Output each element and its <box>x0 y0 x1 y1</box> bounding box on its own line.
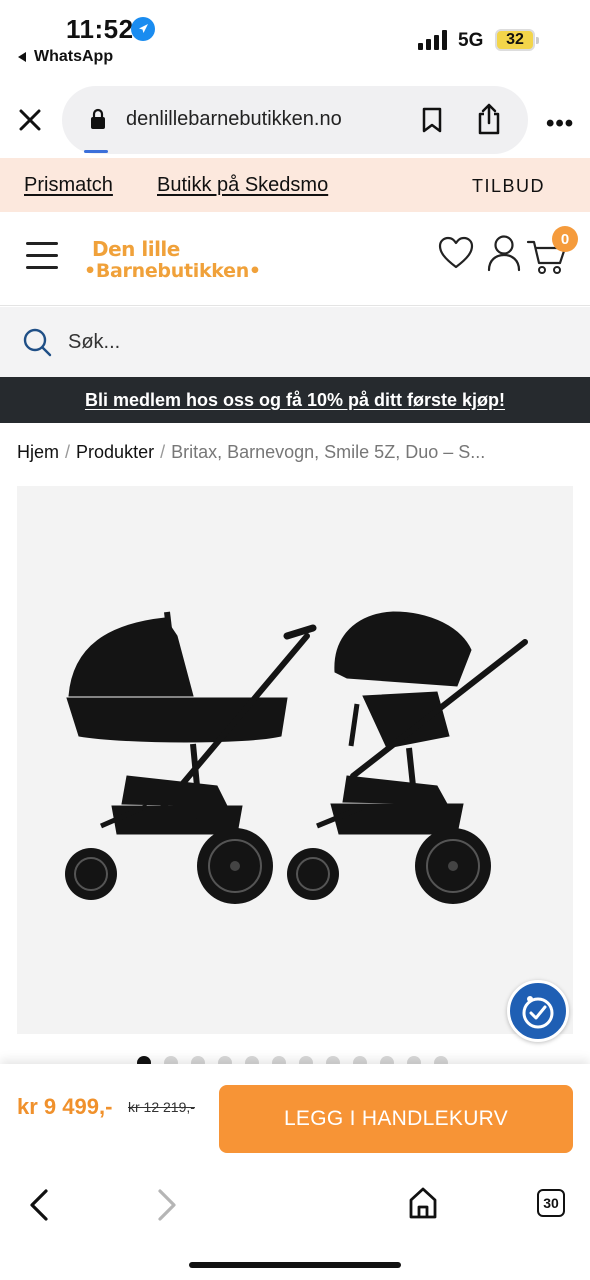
lock-icon <box>91 108 105 129</box>
bookmark-icon[interactable] <box>420 106 444 134</box>
accessibility-button[interactable] <box>507 980 569 1042</box>
status-time: 11:52 <box>66 14 134 44</box>
logo-line-2: •Barnebutikken• <box>84 260 261 282</box>
search-icon[interactable] <box>22 327 52 357</box>
product-price: kr 9 499,- <box>17 1094 113 1119</box>
promo-bar: Prismatch Butikk på Skedsmo TILBUD <box>0 158 590 212</box>
stroller-seat <box>316 611 528 849</box>
more-options-icon[interactable]: ••• <box>546 110 574 138</box>
logo-line-1: Den lille <box>92 237 180 261</box>
menu-icon[interactable] <box>26 242 58 272</box>
tab-count: 30 <box>543 1195 559 1211</box>
home-icon[interactable] <box>408 1186 438 1220</box>
stroller-seat-wheels <box>287 828 491 904</box>
cart-count-badge: 0 <box>552 226 578 252</box>
product-old-price: kr 12 219,- <box>128 1099 195 1115</box>
stroller-carrycot <box>66 611 317 849</box>
back-triangle-icon <box>18 52 26 62</box>
breadcrumb-current: Britax, Barnevogn, Smile 5Z, Duo – S... <box>171 442 486 462</box>
network-type: 5G <box>458 30 484 51</box>
status-bar: 11:52 WhatsApp 5G 32 <box>0 0 590 80</box>
browser-address-bar: denlillebarnebutikken.no ••• <box>0 80 590 158</box>
breadcrumb-home[interactable]: Hjem <box>17 442 59 462</box>
add-to-cart-button[interactable]: LEGG I HANDLEKURV <box>219 1085 573 1153</box>
page: 11:52 WhatsApp 5G 32 denlillebarnebutikk… <box>0 0 590 1280</box>
back-app-label: WhatsApp <box>34 48 114 65</box>
product-image[interactable] <box>17 486 573 1034</box>
tabs-icon[interactable]: 30 <box>537 1189 565 1217</box>
store-skedsmo-link[interactable]: Butikk på Skedsmo <box>157 174 328 197</box>
battery-icon: 32 <box>495 29 539 51</box>
search-bar <box>0 307 590 377</box>
close-icon[interactable] <box>14 104 46 136</box>
purchase-bar: kr 9 499,- kr 12 219,- LEGG I HANDLEKURV <box>0 1064 590 1170</box>
browser-toolbar: 30 <box>0 1170 590 1280</box>
battery-level: 32 <box>506 31 524 48</box>
member-banner-text: Bli medlem hos oss og få 10% på ditt før… <box>84 389 506 410</box>
accessibility-icon <box>522 996 554 1029</box>
search-input[interactable] <box>68 329 548 355</box>
loading-indicator <box>84 150 108 153</box>
share-icon[interactable] <box>474 102 504 136</box>
back-arrow-icon[interactable] <box>26 1188 52 1222</box>
prismatch-link[interactable]: Prismatch <box>24 174 113 197</box>
url-field[interactable]: denlillebarnebutikken.no <box>62 86 528 154</box>
forward-arrow-icon[interactable] <box>154 1188 180 1222</box>
site-logo[interactable]: Den lille •Barnebutikken• <box>84 238 261 282</box>
stroller-illustration <box>65 611 528 904</box>
back-to-app[interactable]: WhatsApp <box>18 48 113 66</box>
url-text: denlillebarnebutikken.no <box>126 108 342 130</box>
member-banner[interactable]: Bli medlem hos oss og få 10% på ditt før… <box>0 377 590 423</box>
signal-icon <box>418 30 447 50</box>
account-icon[interactable] <box>486 234 522 272</box>
tilbud-link[interactable]: TILBUD <box>472 176 545 197</box>
home-indicator <box>189 1262 401 1268</box>
stroller-carrycot-wheels <box>65 828 273 904</box>
wishlist-heart-icon[interactable] <box>438 236 474 270</box>
breadcrumb: Hjem / Produkter / Britax, Barnevogn, Smile … <box>17 442 486 462</box>
location-arrow-icon <box>131 17 155 41</box>
breadcrumb-products[interactable]: Produkter <box>76 442 154 462</box>
site-header: Den lille •Barnebutikken• <box>0 212 590 306</box>
